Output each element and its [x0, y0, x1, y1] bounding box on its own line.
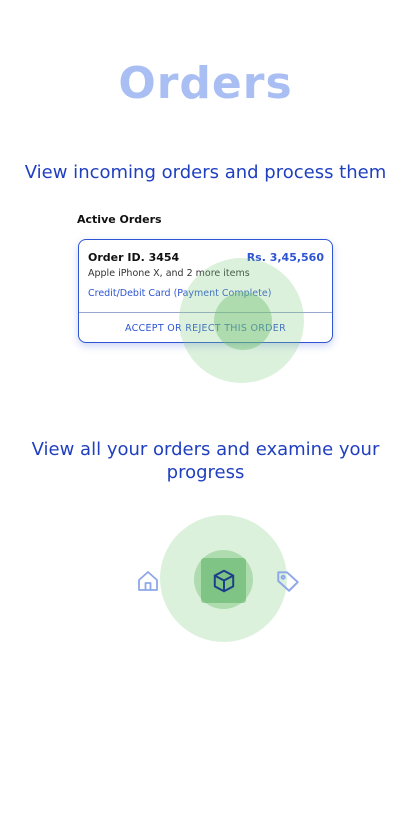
order-items: Apple iPhone X, and 2 more items	[88, 268, 250, 279]
page-title: Orders	[118, 58, 293, 109]
nav-tags-button[interactable]	[275, 568, 301, 594]
package-box-icon	[213, 569, 235, 593]
payment-status: Credit/Debit Card (Payment Complete)	[88, 288, 272, 299]
card-divider	[79, 312, 332, 313]
active-orders-label: Active Orders	[77, 213, 162, 226]
order-amount: Rs. 3,45,560	[246, 251, 324, 264]
order-card[interactable]: Order ID. 3454 Rs. 3,45,560 Apple iPhone…	[78, 239, 333, 343]
nav-home-button[interactable]	[136, 569, 160, 593]
accept-reject-button[interactable]: ACCEPT OR REJECT THIS ORDER	[79, 323, 332, 334]
home-icon	[138, 571, 158, 591]
nav-orders-button[interactable]	[211, 568, 237, 594]
progress-intro-text: View all your orders and examine your pr…	[31, 439, 380, 483]
order-id: Order ID. 3454	[88, 251, 180, 264]
tag-icon	[277, 571, 299, 592]
orders-intro-text: View incoming orders and process them	[24, 162, 387, 183]
